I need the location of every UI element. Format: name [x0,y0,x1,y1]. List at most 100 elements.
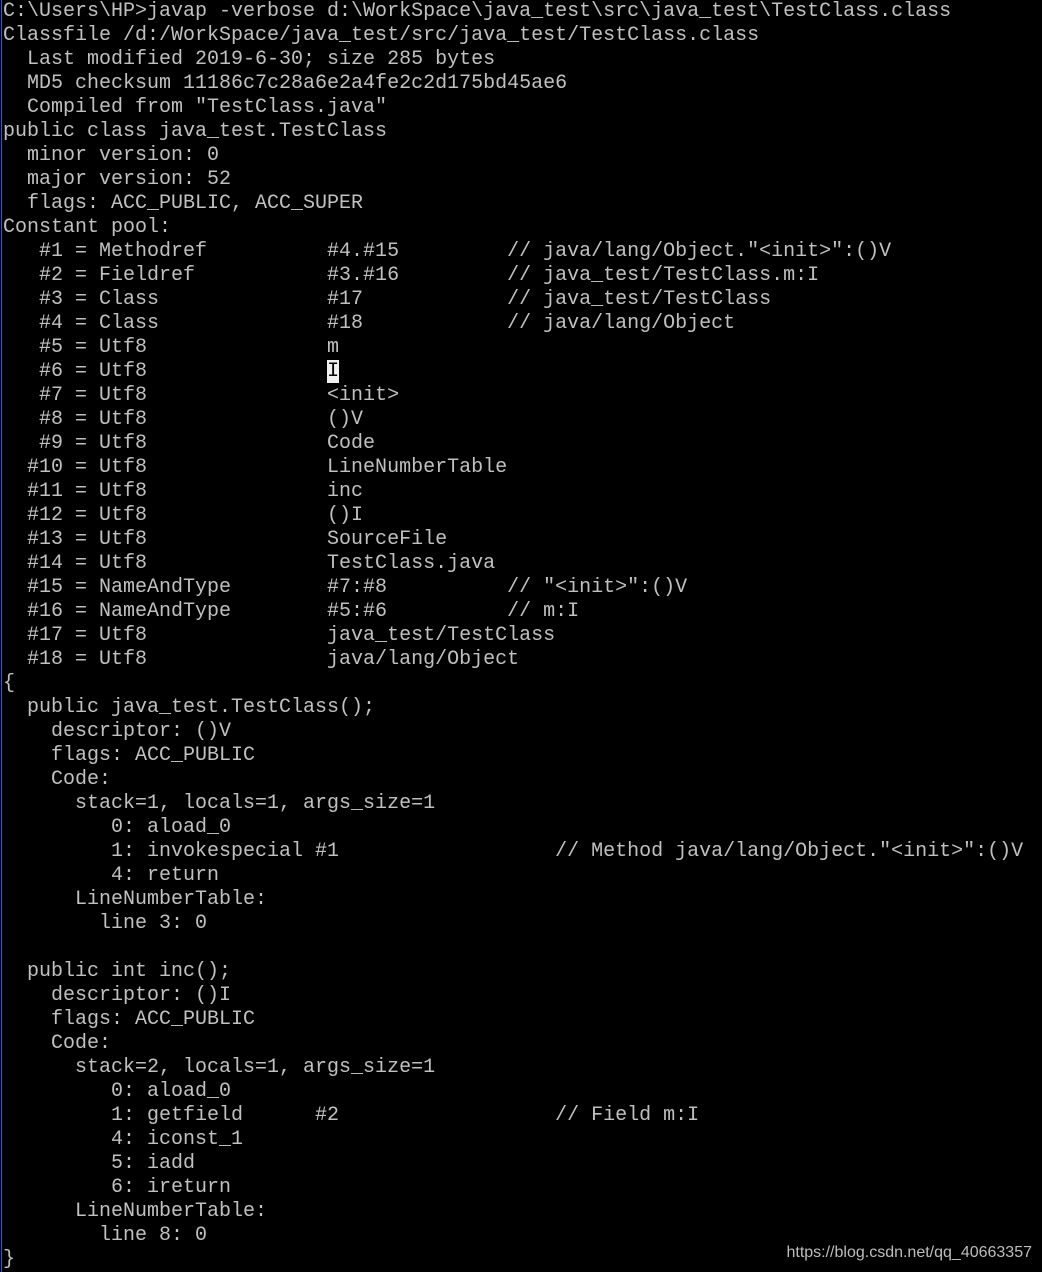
terminal-line: Classfile /d:/WorkSpace/java_test/src/ja… [3,24,759,48]
terminal-line: #2 = Fieldref #3.#16 // java_test/TestCl… [3,264,819,288]
terminal-line: } [3,1248,15,1272]
terminal-line: public java_test.TestClass(); [3,696,375,720]
terminal-line-text: flags: ACC_PUBLIC, ACC_SUPER [3,192,364,215]
terminal-line: flags: ACC_PUBLIC, ACC_SUPER [3,192,363,216]
terminal-line: 1: invokespecial #1 // Method java/lang/… [3,840,1023,864]
terminal-line-text: line 3: 0 [3,912,208,935]
terminal-line: { [3,672,15,696]
terminal-line-text: descriptor: ()I [3,984,232,1007]
terminal-line-text: flags: ACC_PUBLIC [3,1008,256,1031]
terminal-line-text: LineNumberTable: [3,1200,268,1223]
terminal-line: #6 = Utf8 I [3,360,340,384]
terminal-line-text: #18 = Utf8 java/lang/Object [3,648,520,671]
terminal-line: flags: ACC_PUBLIC [3,1008,255,1032]
terminal-line: line 8: 0 [3,1224,207,1248]
terminal-line: #18 = Utf8 java/lang/Object [3,648,519,672]
terminal-line-text: Code: [3,1032,112,1055]
terminal-line: LineNumberTable: [3,888,267,912]
terminal-line-text: #15 = NameAndType #7:#8 // "<init>":()V [3,576,688,599]
terminal-line: stack=2, locals=1, args_size=1 [3,1056,435,1080]
terminal-line: #11 = Utf8 inc [3,480,363,504]
terminal-line: flags: ACC_PUBLIC [3,744,255,768]
terminal-line-text: descriptor: ()V [3,720,232,743]
terminal-line: #3 = Class #17 // java_test/TestClass [3,288,771,312]
terminal-line-text: public int inc(); [3,960,232,983]
terminal-line: 1: getfield #2 // Field m:I [3,1104,699,1128]
terminal-line-text: #4 = Class #18 // java/lang/Object [3,312,736,335]
terminal-line: #12 = Utf8 ()I [3,504,363,528]
terminal-line: #17 = Utf8 java_test/TestClass [3,624,555,648]
terminal-line: #5 = Utf8 m [3,336,339,360]
terminal-line-text: #14 = Utf8 TestClass.java [3,552,496,575]
terminal-line: Code: [3,1032,111,1056]
terminal-line: Code: [3,768,111,792]
terminal-line: #8 = Utf8 ()V [3,408,363,432]
terminal-line-text: #13 = Utf8 SourceFile [3,528,448,551]
terminal-line: line 3: 0 [3,912,207,936]
terminal-line-text: 4: iconst_1 [3,1128,244,1151]
terminal-line: descriptor: ()V [3,720,231,744]
terminal-line-text: #1 = Methodref #4.#15 // java/lang/Objec… [3,240,892,263]
terminal-line: 0: aload_0 [3,1080,231,1104]
terminal-line-text: 0: aload_0 [3,816,232,839]
terminal-line: #7 = Utf8 <init> [3,384,399,408]
terminal-line: #4 = Class #18 // java/lang/Object [3,312,735,336]
text-cursor-selection: I [327,360,340,383]
terminal-line-text: public java_test.TestClass(); [3,696,376,719]
terminal-line: major version: 52 [3,168,231,192]
terminal-line-text: Compiled from "TestClass.java" [3,96,388,119]
terminal-line-text: { [3,672,16,695]
terminal-line-text: Classfile /d:/WorkSpace/java_test/src/ja… [3,24,760,47]
terminal-line: 4: iconst_1 [3,1128,243,1152]
terminal-line-text: LineNumberTable: [3,888,268,911]
terminal-line-text: #2 = Fieldref #3.#16 // java_test/TestCl… [3,264,820,287]
terminal-line-text: } [3,1248,16,1271]
terminal-line-text: stack=2, locals=1, args_size=1 [3,1056,436,1079]
terminal-line-text: #11 = Utf8 inc [3,480,364,503]
terminal-line-text: Last modified 2019-6-30; size 285 bytes [3,48,496,71]
terminal-line-text: public class java_test.TestClass [3,120,388,143]
terminal-line: C:\Users\HP>javap -verbose d:\WorkSpace\… [3,0,951,24]
terminal-line: public class java_test.TestClass [3,120,387,144]
terminal-line-text: line 8: 0 [3,1224,208,1247]
terminal-line: 4: return [3,864,219,888]
terminal-line: #10 = Utf8 LineNumberTable [3,456,507,480]
terminal-line-text: 0: aload_0 [3,1080,232,1103]
terminal-line: Constant pool: [3,216,171,240]
terminal-line: #15 = NameAndType #7:#8 // "<init>":()V [3,576,687,600]
terminal-line: LineNumberTable: [3,1200,267,1224]
terminal-line: MD5 checksum 11186c7c28a6e2a4fe2c2d175bd… [3,72,567,96]
terminal-line-text: 1: getfield #2 // Field m:I [3,1104,700,1127]
terminal-line-text: major version: 52 [3,168,232,191]
terminal-line-text: #6 = Utf8 [3,360,328,383]
terminal-line-text: Constant pool: [3,216,172,239]
terminal-line-text: 1: invokespecial #1 // Method java/lang/… [3,840,1024,863]
terminal-line: #16 = NameAndType #5:#6 // m:I [3,600,579,624]
terminal-line-text: #7 = Utf8 <init> [3,384,400,407]
terminal-line-text: flags: ACC_PUBLIC [3,744,256,767]
terminal-line-text: #17 = Utf8 java_test/TestClass [3,624,556,647]
terminal-line: #9 = Utf8 Code [3,432,375,456]
terminal-line-text: 6: ireturn [3,1176,232,1199]
terminal-line-text: minor version: 0 [3,144,220,167]
terminal-line-text: #10 = Utf8 LineNumberTable [3,456,508,479]
terminal-line-text: MD5 checksum 11186c7c28a6e2a4fe2c2d175bd… [3,72,568,95]
terminal-line-text: #3 = Class #17 // java_test/TestClass [3,288,772,311]
terminal-line: #14 = Utf8 TestClass.java [3,552,495,576]
terminal-line-text: #5 = Utf8 m [3,336,340,359]
terminal-line: 6: ireturn [3,1176,231,1200]
terminal-line: Last modified 2019-6-30; size 285 bytes [3,48,495,72]
terminal-line: 0: aload_0 [3,816,231,840]
terminal-line-text: #16 = NameAndType #5:#6 // m:I [3,600,580,623]
terminal-line: #1 = Methodref #4.#15 // java/lang/Objec… [3,240,891,264]
terminal-line-text: #12 = Utf8 ()I [3,504,364,527]
terminal-line: minor version: 0 [3,144,219,168]
terminal-line-text: C:\Users\HP>javap -verbose d:\WorkSpace\… [3,0,952,23]
terminal-line-text: Code: [3,768,112,791]
terminal-line-text: 5: iadd [3,1152,196,1175]
terminal-line-text: #9 = Utf8 Code [3,432,376,455]
watermark: https://blog.csdn.net/qq_40663357 [786,1244,1032,1261]
terminal-window[interactable]: C:\Users\HP>javap -verbose d:\WorkSpace\… [1,0,1042,1272]
terminal-line: #13 = Utf8 SourceFile [3,528,447,552]
terminal-line-text: stack=1, locals=1, args_size=1 [3,792,436,815]
